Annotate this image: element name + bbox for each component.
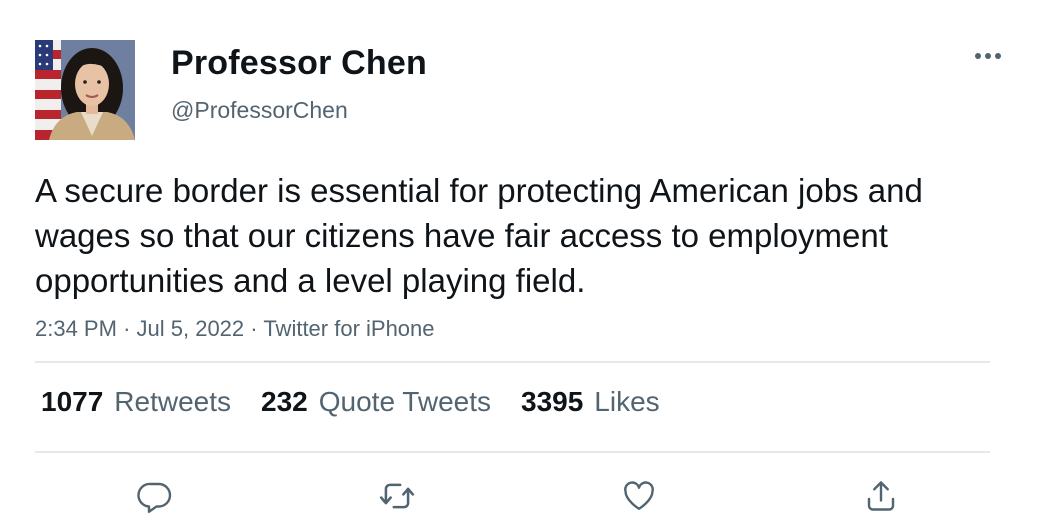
meta-separator: · bbox=[123, 316, 131, 341]
heart-icon bbox=[624, 481, 654, 510]
tweet-metadata: 2:34 PM · Jul 5, 2022 · Twitter for iPho… bbox=[35, 316, 435, 342]
quote-tweets-label: Quote Tweets bbox=[318, 386, 491, 417]
retweets-count: 1077 bbox=[41, 386, 104, 417]
divider bbox=[35, 451, 990, 453]
author-handle[interactable]: @ProfessorChen bbox=[171, 97, 348, 124]
more-options-button[interactable] bbox=[968, 44, 1008, 68]
reply-button[interactable] bbox=[133, 474, 177, 518]
avatar-photo bbox=[35, 40, 135, 140]
author-avatar[interactable] bbox=[35, 40, 135, 140]
author-display-name[interactable]: Professor Chen bbox=[171, 44, 427, 83]
share-button[interactable] bbox=[859, 474, 903, 518]
tweet-source[interactable]: Twitter for iPhone bbox=[263, 316, 434, 341]
quote-tweets-count: 232 bbox=[261, 386, 308, 417]
tweet-stats: 1077 Retweets 232 Quote Tweets 3395 Like… bbox=[41, 386, 660, 418]
like-button[interactable] bbox=[617, 474, 661, 518]
tweet-text: A secure border is essential for protect… bbox=[35, 172, 923, 299]
retweet-icon bbox=[379, 483, 415, 509]
meta-separator: · bbox=[250, 316, 258, 341]
tweet-time[interactable]: 2:34 PM bbox=[35, 316, 117, 341]
more-dots-icon bbox=[975, 53, 1001, 59]
tweet-actions-bar bbox=[0, 470, 1050, 525]
retweets-stat[interactable]: 1077 Retweets bbox=[41, 386, 231, 418]
share-icon bbox=[867, 481, 895, 511]
tweet-detail: Professor Chen @ProfessorChen A secure b… bbox=[0, 0, 1050, 525]
likes-stat[interactable]: 3395 Likes bbox=[521, 386, 660, 418]
retweets-label: Retweets bbox=[114, 386, 232, 417]
divider bbox=[35, 361, 990, 363]
tweet-date[interactable]: Jul 5, 2022 bbox=[137, 316, 245, 341]
likes-count: 3395 bbox=[521, 386, 584, 417]
likes-label: Likes bbox=[594, 386, 660, 417]
retweet-button[interactable] bbox=[375, 474, 419, 518]
reply-icon bbox=[137, 482, 172, 513]
quote-tweets-stat[interactable]: 232 Quote Tweets bbox=[261, 386, 491, 418]
